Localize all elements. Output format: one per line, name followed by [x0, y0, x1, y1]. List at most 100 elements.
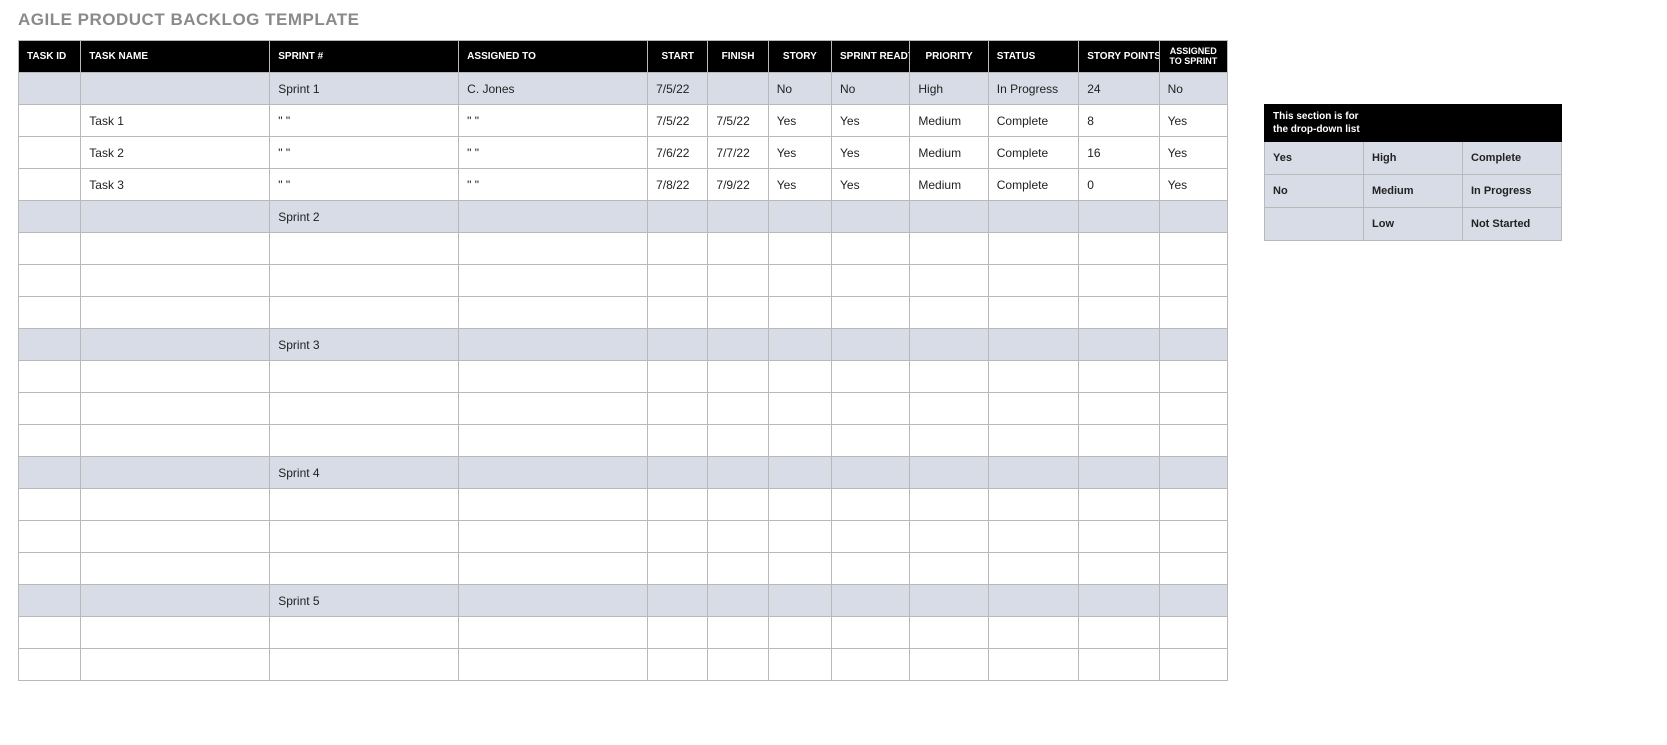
cell-assigned-to-sprint[interactable]: No: [1159, 73, 1227, 105]
cell-story-points[interactable]: [1079, 265, 1159, 297]
cell-start[interactable]: [648, 521, 708, 553]
cell-sprint[interactable]: [270, 649, 459, 681]
cell-story-points[interactable]: [1079, 553, 1159, 585]
cell-task-id[interactable]: [19, 489, 81, 521]
cell-sprint-ready[interactable]: [832, 457, 910, 489]
cell-assigned-to[interactable]: [459, 649, 648, 681]
cell-finish[interactable]: [708, 553, 768, 585]
cell-story-points[interactable]: 24: [1079, 73, 1159, 105]
cell-finish[interactable]: [708, 649, 768, 681]
cell-assigned-to-sprint[interactable]: [1159, 201, 1227, 233]
cell-story[interactable]: [768, 457, 831, 489]
cell-finish[interactable]: [708, 201, 768, 233]
cell-finish[interactable]: [708, 393, 768, 425]
cell-assigned-to-sprint[interactable]: [1159, 361, 1227, 393]
cell-sprint[interactable]: Sprint 2: [270, 201, 459, 233]
cell-sprint[interactable]: [270, 425, 459, 457]
cell-story[interactable]: [768, 553, 831, 585]
cell-assigned-to-sprint[interactable]: Yes: [1159, 169, 1227, 201]
cell-finish[interactable]: 7/5/22: [708, 105, 768, 137]
cell-status[interactable]: [988, 489, 1078, 521]
cell-start[interactable]: [648, 553, 708, 585]
cell-priority[interactable]: [910, 361, 988, 393]
cell-priority[interactable]: [910, 521, 988, 553]
cell-status[interactable]: [988, 201, 1078, 233]
cell-sprint-ready[interactable]: [832, 489, 910, 521]
cell-start[interactable]: [648, 329, 708, 361]
cell-finish[interactable]: [708, 457, 768, 489]
cell-assigned-to-sprint[interactable]: [1159, 393, 1227, 425]
cell-start[interactable]: [648, 393, 708, 425]
cell-priority[interactable]: [910, 393, 988, 425]
cell-task-name[interactable]: [81, 233, 270, 265]
cell-sprint-ready[interactable]: [832, 201, 910, 233]
cell-task-id[interactable]: [19, 553, 81, 585]
cell-story-points[interactable]: [1079, 297, 1159, 329]
cell-assigned-to-sprint[interactable]: [1159, 553, 1227, 585]
cell-sprint-ready[interactable]: [832, 585, 910, 617]
cell-story-points[interactable]: [1079, 521, 1159, 553]
cell-story[interactable]: [768, 201, 831, 233]
cell-sprint[interactable]: [270, 553, 459, 585]
cell-status[interactable]: [988, 233, 1078, 265]
cell-priority[interactable]: High: [910, 73, 988, 105]
cell-priority[interactable]: [910, 489, 988, 521]
cell-assigned-to[interactable]: " ": [459, 105, 648, 137]
cell-task-id[interactable]: [19, 265, 81, 297]
cell-start[interactable]: [648, 265, 708, 297]
cell-sprint[interactable]: [270, 265, 459, 297]
cell-finish[interactable]: [708, 489, 768, 521]
cell-sprint-ready[interactable]: [832, 233, 910, 265]
cell-assigned-to-sprint[interactable]: [1159, 329, 1227, 361]
cell-status[interactable]: [988, 329, 1078, 361]
cell-story-points[interactable]: 0: [1079, 169, 1159, 201]
cell-task-name[interactable]: [81, 585, 270, 617]
cell-task-id[interactable]: [19, 521, 81, 553]
cell-story-points[interactable]: [1079, 361, 1159, 393]
cell-status[interactable]: [988, 649, 1078, 681]
cell-sprint-ready[interactable]: Yes: [832, 137, 910, 169]
cell-assigned-to-sprint[interactable]: Yes: [1159, 137, 1227, 169]
cell-story[interactable]: No: [768, 73, 831, 105]
cell-sprint[interactable]: [270, 361, 459, 393]
cell-sprint[interactable]: [270, 521, 459, 553]
cell-story[interactable]: [768, 233, 831, 265]
cell-start[interactable]: [648, 233, 708, 265]
cell-assigned-to[interactable]: [459, 361, 648, 393]
cell-assigned-to-sprint[interactable]: Yes: [1159, 105, 1227, 137]
cell-task-name[interactable]: [81, 521, 270, 553]
cell-assigned-to[interactable]: [459, 233, 648, 265]
cell-assigned-to-sprint[interactable]: [1159, 489, 1227, 521]
cell-story[interactable]: [768, 425, 831, 457]
cell-task-id[interactable]: [19, 137, 81, 169]
cell-sprint-ready[interactable]: [832, 553, 910, 585]
cell-task-name[interactable]: [81, 73, 270, 105]
cell-task-id[interactable]: [19, 297, 81, 329]
cell-story-points[interactable]: [1079, 393, 1159, 425]
cell-priority[interactable]: Medium: [910, 169, 988, 201]
cell-status[interactable]: Complete: [988, 137, 1078, 169]
cell-finish[interactable]: [708, 425, 768, 457]
cell-status[interactable]: [988, 521, 1078, 553]
cell-assigned-to-sprint[interactable]: [1159, 585, 1227, 617]
cell-status[interactable]: [988, 425, 1078, 457]
cell-start[interactable]: 7/5/22: [648, 105, 708, 137]
cell-assigned-to[interactable]: [459, 393, 648, 425]
cell-sprint[interactable]: [270, 297, 459, 329]
cell-sprint[interactable]: Sprint 3: [270, 329, 459, 361]
cell-task-name[interactable]: Task 2: [81, 137, 270, 169]
cell-task-name[interactable]: [81, 457, 270, 489]
cell-sprint-ready[interactable]: [832, 265, 910, 297]
cell-task-id[interactable]: [19, 585, 81, 617]
cell-status[interactable]: [988, 617, 1078, 649]
cell-task-id[interactable]: [19, 105, 81, 137]
cell-start[interactable]: [648, 457, 708, 489]
cell-priority[interactable]: [910, 265, 988, 297]
cell-priority[interactable]: Medium: [910, 105, 988, 137]
cell-task-id[interactable]: [19, 73, 81, 105]
cell-assigned-to[interactable]: [459, 585, 648, 617]
cell-story[interactable]: [768, 585, 831, 617]
cell-sprint-ready[interactable]: [832, 617, 910, 649]
cell-story[interactable]: [768, 361, 831, 393]
cell-task-id[interactable]: [19, 457, 81, 489]
